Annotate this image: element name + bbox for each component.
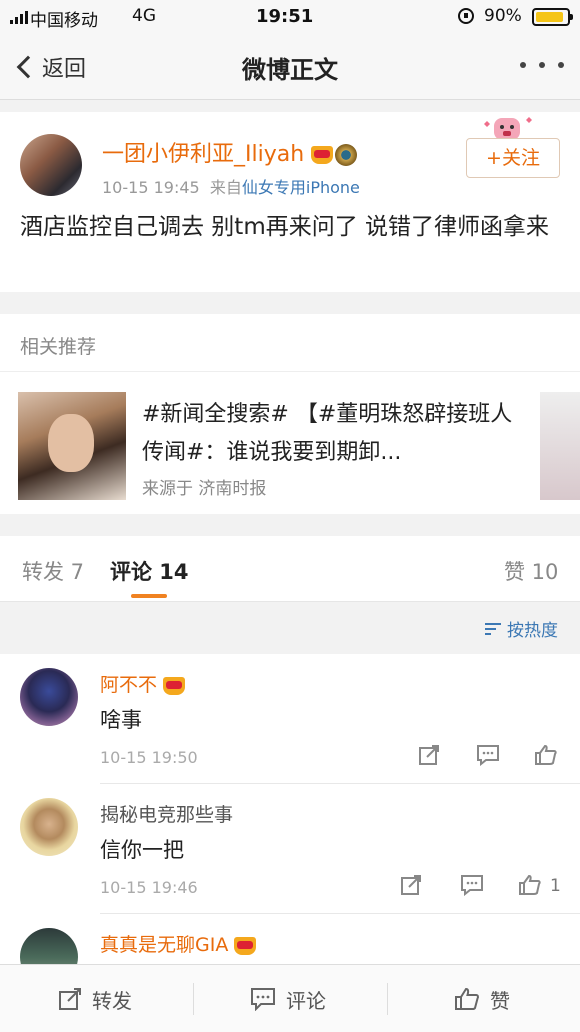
sort-bar: 按热度	[0, 602, 580, 654]
follow-button[interactable]: +关注	[466, 138, 560, 178]
orientation-lock-icon	[458, 8, 474, 24]
like-count: 1	[550, 876, 561, 896]
battery-percentage: 90%	[484, 6, 522, 26]
more-options-icon[interactable]	[520, 62, 564, 74]
vip-crown-icon	[311, 146, 334, 164]
comment-actions: 1	[0, 874, 580, 898]
tab-repost[interactable]: 转发 7	[22, 556, 84, 586]
comment-item: 阿不不 啥事 10-15 19:50	[0, 654, 580, 784]
commenter-name-text: 真真是无聊GIA	[100, 934, 229, 956]
like-icon[interactable]	[518, 874, 542, 896]
game-badge-icon	[335, 144, 358, 166]
sort-by-hot-button[interactable]: 按热度	[485, 616, 558, 641]
comment-item: 揭秘电竞那些事 信你一把 10-15 19:46 1	[0, 784, 580, 914]
active-tab-indicator	[131, 594, 167, 598]
post-source[interactable]: 仙女专用iPhone	[242, 178, 360, 197]
sort-icon	[485, 622, 501, 635]
comment-label: 评论	[286, 988, 326, 1013]
commenter-name-text: 阿不不	[100, 674, 158, 696]
comment-icon[interactable]	[476, 744, 500, 766]
related-source: 来源于 济南时报	[142, 479, 267, 499]
related-header-label: 相关推荐	[20, 336, 97, 358]
vip-crown-icon	[234, 936, 257, 955]
commenter-name[interactable]: 阿不不	[100, 670, 186, 697]
post-card: 一团小伊利亚_Iliyah 10-15 19:45 来自仙女专用iPhone +…	[0, 112, 580, 292]
battery-icon	[532, 8, 573, 26]
comment-button[interactable]: 评论	[250, 965, 326, 1032]
network-type: 4G	[132, 6, 156, 26]
comment-text: 啥事	[100, 708, 142, 732]
repost-label: 转发	[92, 988, 132, 1013]
like-icon[interactable]	[534, 744, 558, 766]
commenter-avatar[interactable]	[20, 798, 78, 856]
post-content: 酒店监控自己调去 别tm再来问了 说错了律师函拿来	[20, 214, 550, 240]
bottom-action-bar: 转发 评论 赞	[0, 964, 580, 1032]
tab-like[interactable]: 赞 10	[504, 556, 558, 586]
author-name[interactable]: 一团小伊利亚_Iliyah	[102, 136, 358, 168]
divider	[387, 983, 388, 1015]
commenter-avatar[interactable]	[20, 668, 78, 726]
like-label: 赞	[490, 988, 510, 1013]
repost-button[interactable]: 转发	[58, 965, 132, 1032]
comment-item: 真真是无聊GIA	[0, 914, 580, 964]
share-icon[interactable]	[400, 874, 422, 896]
divider	[193, 983, 194, 1015]
tab-comment[interactable]: 评论 14	[110, 556, 189, 586]
sort-label: 按热度	[507, 621, 558, 641]
share-icon	[59, 988, 81, 1010]
comment-icon[interactable]	[460, 874, 484, 896]
commenter-name-text: 揭秘电竞那些事	[100, 804, 234, 826]
related-title: #新闻全搜索# 【#董明珠怒辟接班人传闻#：谁说我要到期卸...	[142, 402, 513, 465]
related-item[interactable]: #新闻全搜索# 【#董明珠怒辟接班人传闻#：谁说我要到期卸... 来源于 济南时…	[0, 372, 580, 514]
post-tabs: 转发 7 评论 14 赞 10	[0, 536, 580, 602]
post-meta: 10-15 19:45 来自仙女专用iPhone	[102, 174, 360, 198]
comment-list: 阿不不 啥事 10-15 19:50 揭秘电竞那些事 信你一把 10-15 19…	[0, 654, 580, 964]
signal-icon	[10, 11, 28, 24]
author-name-text: 一团小伊利亚_Iliyah	[102, 142, 305, 167]
status-bar: 中国移动 4G 19:51 90%	[0, 0, 580, 34]
related-thumbnail	[18, 392, 126, 500]
commenter-name[interactable]: 揭秘电竞那些事	[100, 800, 233, 827]
comment-actions	[0, 744, 580, 768]
carrier-name: 中国移动	[30, 11, 98, 31]
related-header: 相关推荐	[0, 314, 580, 372]
related-next-thumbnail[interactable]	[540, 392, 580, 500]
commenter-avatar[interactable]	[20, 928, 78, 964]
commenter-name[interactable]: 真真是无聊GIA	[100, 930, 257, 957]
comment-icon	[251, 988, 275, 1011]
nav-bar: 返回 微博正文	[0, 34, 580, 100]
vip-crown-icon	[163, 676, 186, 695]
share-icon[interactable]	[418, 744, 440, 766]
clock: 19:51	[256, 6, 314, 27]
author-avatar[interactable]	[20, 134, 82, 196]
post-source-prefix: 来自	[209, 178, 242, 197]
post-time: 10-15 19:45	[102, 178, 200, 197]
page-title: 微博正文	[242, 56, 338, 84]
comment-text: 信你一把	[100, 838, 184, 862]
like-button[interactable]: 赞	[454, 965, 510, 1032]
like-icon	[455, 987, 479, 1010]
